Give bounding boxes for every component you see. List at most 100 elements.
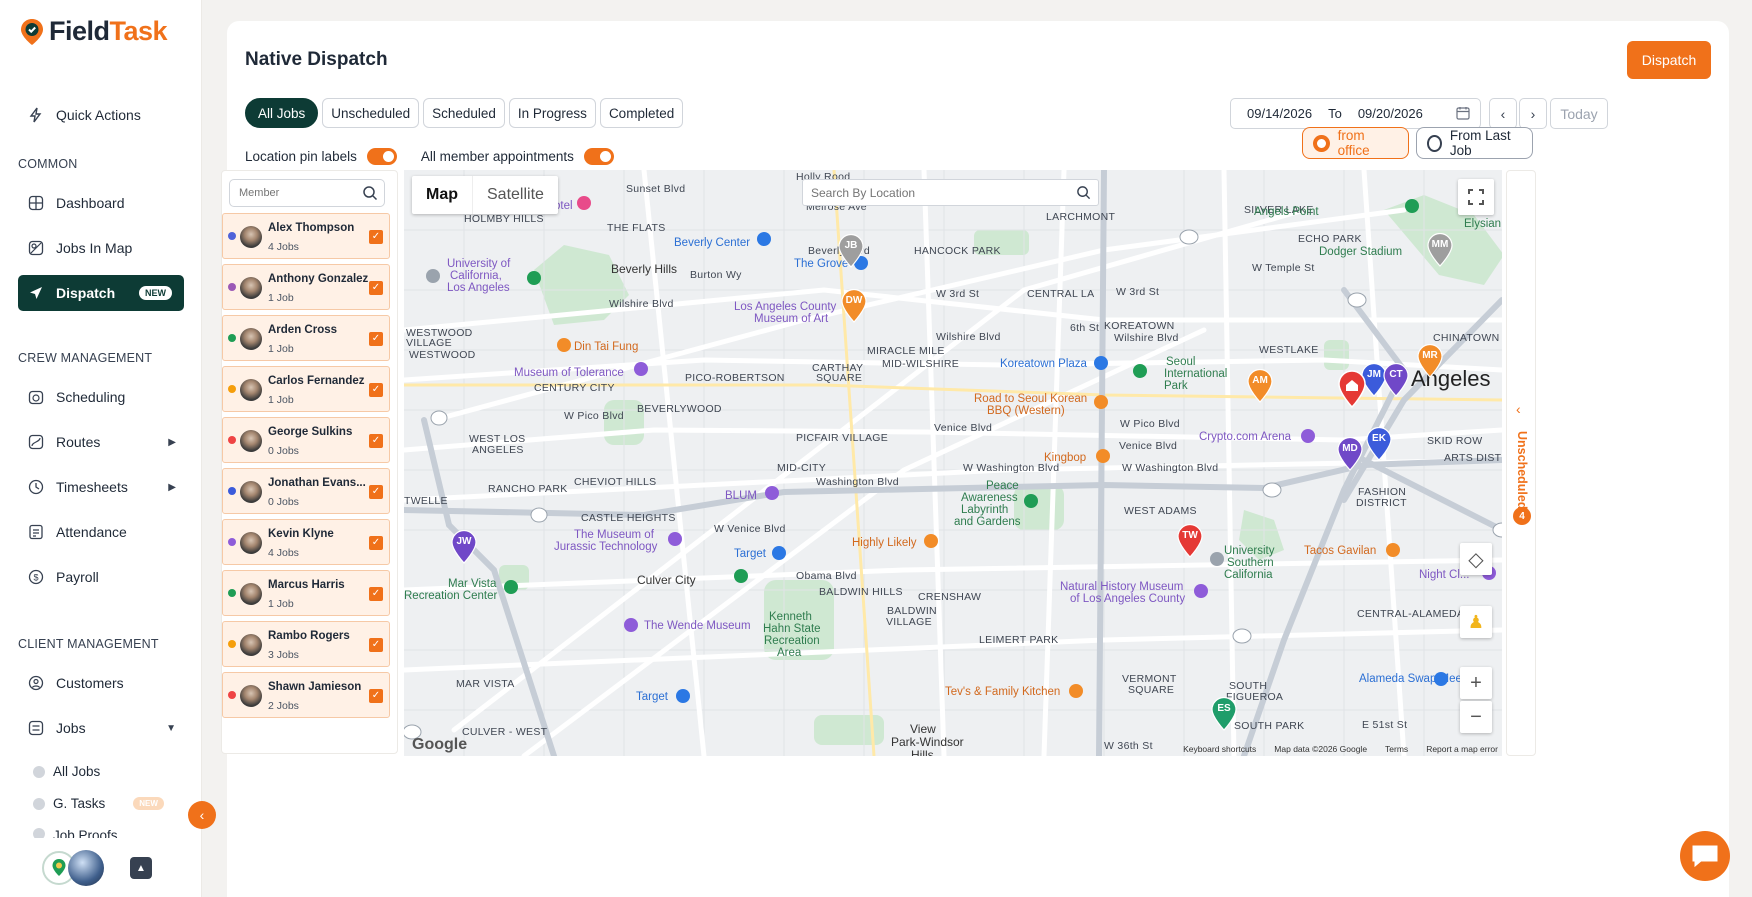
sidebar-item-payroll[interactable]: $ Payroll (18, 559, 184, 595)
map-poi-icon[interactable] (1024, 494, 1038, 508)
report-error-link[interactable]: Report a map error (1426, 744, 1498, 754)
member-row[interactable]: Marcus Harris 1 Job ✓ (222, 570, 390, 616)
member-row[interactable]: George Sulkins 0 Jobs ✓ (222, 417, 390, 463)
member-checkbox[interactable]: ✓ (369, 689, 383, 703)
member-row[interactable]: Jonathan Evans... 0 Jobs ✓ (222, 468, 390, 514)
prev-week-button[interactable]: ‹ (1489, 98, 1517, 129)
date-range-picker[interactable]: 09/14/2026 To 09/20/2026 (1230, 98, 1481, 129)
map-poi-icon[interactable] (924, 534, 938, 548)
map-poi-icon[interactable] (765, 486, 779, 500)
member-row[interactable]: Kevin Klyne 4 Jobs ✓ (222, 519, 390, 565)
member-checkbox[interactable]: ✓ (369, 638, 383, 652)
location-search-input[interactable] (811, 180, 1071, 205)
tab-completed[interactable]: Completed (599, 98, 684, 128)
map-poi-icon[interactable] (624, 618, 638, 632)
sidebar-subitem-job-proofs[interactable]: Job Proofs (33, 828, 118, 838)
map-poi-icon[interactable] (634, 362, 648, 376)
sidebar-item-jobs[interactable]: Jobs ▼ (18, 710, 184, 746)
dispatch-map[interactable]: Map Satellite ◇ ♟ + − Google Keyboard sh… (404, 170, 1502, 756)
app-logo[interactable]: FieldTask (19, 16, 168, 47)
map-poi-icon[interactable] (676, 689, 690, 703)
office-home-pin[interactable] (1337, 370, 1367, 408)
tab-unscheduled[interactable]: Unscheduled (322, 98, 420, 128)
collapse-sidebar-button[interactable]: ‹ (188, 801, 216, 829)
map-poi-icon[interactable] (577, 196, 591, 210)
tab-scheduled[interactable]: Scheduled (423, 98, 505, 128)
keyboard-shortcuts-link[interactable]: Keyboard shortcuts (1183, 744, 1256, 754)
map-poi-icon[interactable] (504, 580, 518, 594)
dispatch-button[interactable]: Dispatch (1627, 41, 1711, 79)
member-checkbox[interactable]: ✓ (369, 485, 383, 499)
member-row[interactable]: Alex Thompson 4 Jobs ✓ (222, 213, 390, 259)
map-poi-icon[interactable] (1094, 395, 1108, 409)
sidebar-item-dashboard[interactable]: Dashboard (18, 185, 184, 221)
member-checkbox[interactable]: ✓ (369, 281, 383, 295)
job-pin[interactable]: CT (1382, 363, 1410, 397)
member-search-input[interactable] (239, 180, 359, 206)
member-checkbox[interactable]: ✓ (369, 230, 383, 244)
search-icon[interactable] (1076, 185, 1091, 200)
expand-up-icon[interactable]: ▲ (130, 857, 152, 879)
job-pin[interactable]: JB (837, 234, 865, 268)
member-checkbox[interactable]: ✓ (369, 587, 383, 601)
map-poi-icon[interactable] (1434, 672, 1448, 686)
sidebar-item-jobs-in-map[interactable]: Jobs In Map (18, 230, 184, 266)
today-button[interactable]: Today (1550, 98, 1608, 129)
member-row[interactable]: Arden Cross 1 Job ✓ (222, 315, 390, 361)
sidebar-subitem-all-jobs[interactable]: All Jobs (33, 764, 100, 779)
map-poi-icon[interactable] (772, 546, 786, 560)
map-poi-icon[interactable] (668, 532, 682, 546)
map-type-satellite-button[interactable]: Satellite (472, 176, 558, 214)
from-office-radio[interactable]: from office (1302, 127, 1409, 159)
tab-all-jobs[interactable]: All Jobs (245, 98, 319, 128)
map-poi-icon[interactable] (1069, 684, 1083, 698)
map-poi-icon[interactable] (1301, 429, 1315, 443)
sidebar-item-customers[interactable]: Customers (18, 665, 184, 701)
map-poi-icon[interactable] (1405, 199, 1419, 213)
job-pin[interactable]: MM (1426, 233, 1454, 267)
user-account[interactable]: ▲ (42, 850, 152, 886)
map-poi-icon[interactable] (1133, 364, 1147, 378)
sidebar-item-routes[interactable]: Routes ▶ (18, 424, 184, 460)
member-checkbox[interactable]: ✓ (369, 383, 383, 397)
zoom-out-button[interactable]: − (1460, 701, 1492, 733)
tilt-rotate-button[interactable]: ◇ (1460, 543, 1492, 575)
job-pin[interactable]: JW (450, 530, 478, 564)
sidebar-item-quick-actions[interactable]: Quick Actions (18, 97, 184, 133)
job-pin[interactable]: EK (1365, 427, 1393, 461)
unscheduled-panel[interactable]: ‹ Unscheduled 4 (1506, 170, 1536, 756)
sidebar-item-dispatch[interactable]: Dispatch NEW (18, 275, 184, 311)
map-poi-icon[interactable] (1194, 584, 1208, 598)
fullscreen-button[interactable] (1458, 179, 1494, 215)
terms-link[interactable]: Terms (1385, 744, 1408, 754)
sidebar-subitem-g-tasks[interactable]: G. Tasks NEW (33, 796, 164, 811)
job-pin[interactable]: MD (1336, 437, 1364, 471)
member-row[interactable]: Rambo Rogers 3 Jobs ✓ (222, 621, 390, 667)
member-row[interactable]: Anthony Gonzalez 1 Job ✓ (222, 264, 390, 310)
map-type-map-button[interactable]: Map (412, 176, 472, 214)
job-pin[interactable]: AM (1246, 369, 1274, 403)
map-poi-icon[interactable] (1210, 552, 1224, 566)
street-view-pegman[interactable]: ♟ (1460, 606, 1492, 638)
tab-in-progress[interactable]: In Progress (508, 98, 596, 128)
map-poi-icon[interactable] (1094, 356, 1108, 370)
member-row[interactable]: Shawn Jamieson 2 Jobs ✓ (222, 672, 390, 718)
chat-support-button[interactable] (1680, 831, 1730, 881)
zoom-in-button[interactable]: + (1460, 667, 1492, 699)
from-last-job-radio[interactable]: From Last Job (1416, 127, 1533, 159)
sidebar-item-scheduling[interactable]: Scheduling (18, 379, 184, 415)
job-pin[interactable]: MR (1416, 344, 1444, 378)
map-poi-icon[interactable] (1096, 449, 1110, 463)
sidebar-item-attendance[interactable]: Attendance (18, 514, 184, 550)
map-poi-icon[interactable] (527, 271, 541, 285)
all-member-appointments-toggle[interactable] (583, 148, 614, 165)
job-pin[interactable]: DW (840, 289, 868, 323)
member-checkbox[interactable]: ✓ (369, 536, 383, 550)
member-checkbox[interactable]: ✓ (369, 434, 383, 448)
member-checkbox[interactable]: ✓ (369, 332, 383, 346)
location-pin-labels-toggle[interactable] (366, 148, 397, 165)
next-week-button[interactable]: › (1519, 98, 1547, 129)
search-icon[interactable] (362, 185, 378, 201)
map-poi-icon[interactable] (557, 338, 571, 352)
map-poi-icon[interactable] (757, 232, 771, 246)
